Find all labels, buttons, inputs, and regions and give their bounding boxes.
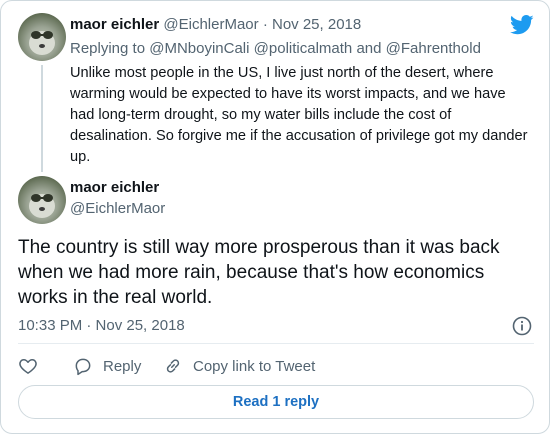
author-handle[interactable]: @EichlerMaor xyxy=(70,200,165,217)
copy-link-button[interactable]: Copy link to Tweet xyxy=(163,355,315,377)
divider xyxy=(18,343,534,344)
avatar[interactable] xyxy=(18,176,66,224)
reply-label: Reply xyxy=(103,357,142,375)
heart-icon xyxy=(19,359,37,374)
replying-to-line: Replying to @MNboyinCali @politicalmath … xyxy=(70,40,481,57)
tweet-timestamp[interactable]: 10:33 PM · Nov 25, 2018 xyxy=(18,317,185,334)
mention-link[interactable]: @politicalmath xyxy=(254,40,353,57)
tweet-text: The country is still way more prosperous… xyxy=(18,237,500,308)
link-icon xyxy=(166,359,180,373)
parent-tweet-date[interactable]: Nov 25, 2018 xyxy=(272,16,361,33)
info-icon[interactable] xyxy=(511,315,533,337)
mention-joiner: and xyxy=(356,40,382,57)
separator-dot: · xyxy=(262,16,268,33)
parent-tweet-header: maor eichler @EichlerMaor · Nov 25, 2018 xyxy=(70,16,361,33)
thread-connector-line xyxy=(41,65,43,172)
parent-author-name[interactable]: maor eichler xyxy=(70,16,159,33)
copy-link-label: Copy link to Tweet xyxy=(193,357,316,375)
author-name[interactable]: maor eichler xyxy=(70,179,159,196)
parent-author-handle[interactable]: @EichlerMaor xyxy=(163,16,258,33)
speech-bubble-icon xyxy=(75,358,91,376)
reply-button[interactable]: Reply xyxy=(73,355,141,377)
mention-link[interactable]: @Fahrenthold xyxy=(386,40,481,57)
mention-link[interactable]: @MNboyinCali xyxy=(149,40,249,57)
like-button[interactable] xyxy=(18,355,48,377)
tweet-embed-card: maor eichler @EichlerMaor · Nov 25, 2018… xyxy=(0,0,550,434)
read-replies-button[interactable]: Read 1 reply xyxy=(18,385,534,419)
avatar[interactable] xyxy=(18,13,66,61)
replying-to-label: Replying to xyxy=(70,40,146,57)
twitter-bird-icon[interactable] xyxy=(510,15,534,35)
parent-tweet-text: Unlike most people in the US, I live jus… xyxy=(70,65,528,165)
